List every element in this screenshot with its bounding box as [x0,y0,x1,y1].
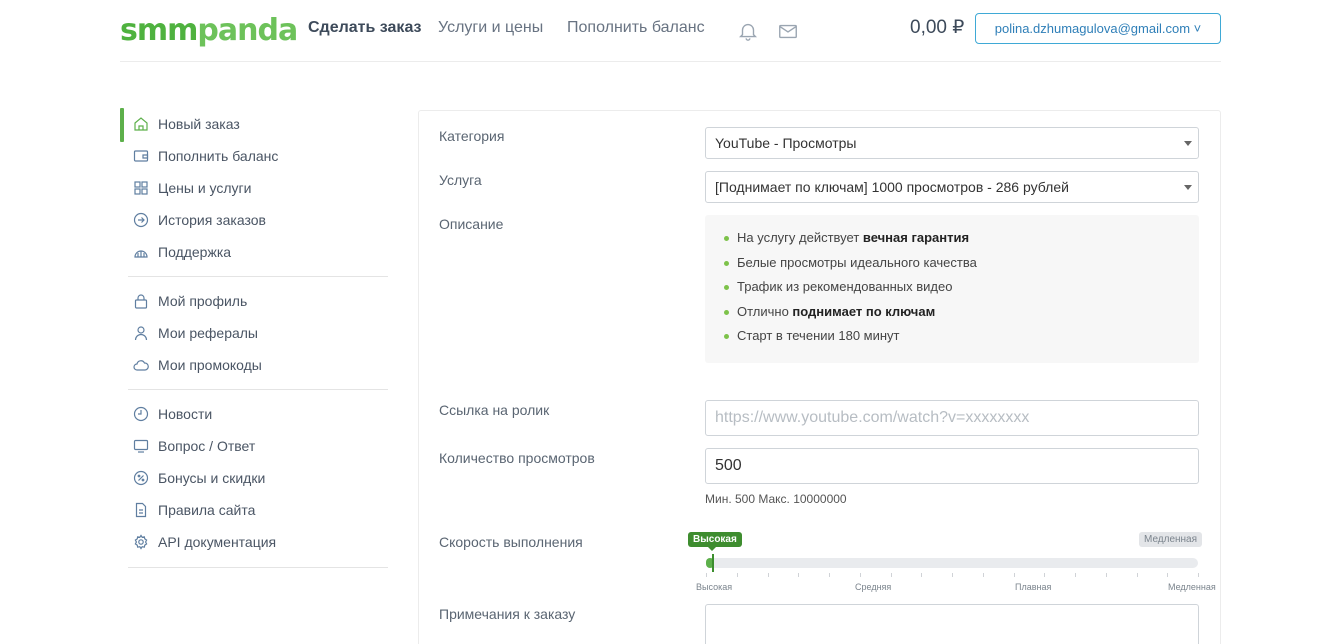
clock-icon [133,406,149,422]
video-link-label: Ссылка на ролик [439,402,550,418]
arrow-circle-icon [133,212,149,228]
support-icon [134,250,148,258]
quantity-label: Количество просмотров [439,450,595,466]
nav-services-prices[interactable]: Услуги и цены [438,18,543,38]
speed-slider-handle[interactable] [712,554,714,572]
slider-tick [921,573,922,577]
quantity-input[interactable]: 500 [705,448,1199,484]
monitor-icon [133,439,149,453]
slider-tick [1106,573,1107,577]
sidebar-item-news[interactable]: Новости [120,398,390,430]
sidebar-divider [128,276,388,277]
slider-tick [1198,573,1199,577]
percent-icon [133,470,149,486]
slider-tick [860,573,861,577]
slider-tick [891,573,892,577]
speed-max-tooltip: Медленная [1139,532,1203,547]
gear-icon [134,534,148,550]
slider-tick [798,573,799,577]
order-notes-label: Примечания к заказу [439,606,576,622]
order-notes-textarea[interactable] [705,604,1199,644]
sidebar-item-promocodes[interactable]: Мои промокоды [120,349,390,381]
slider-tick [983,573,984,577]
nav-top-up-balance[interactable]: Пополнить баланс [567,18,705,38]
sidebar-item-referrals[interactable]: Мои рефералы [120,317,390,349]
slider-tick [952,573,953,577]
lock-icon [134,294,148,309]
sidebar-item-order-history[interactable]: История заказов [120,204,390,236]
service-select[interactable]: [Поднимает по ключам] 1000 просмотров - … [705,171,1199,203]
speed-tick-label: Плавная [1015,582,1052,592]
top-header: smmpanda Сделать заказ Услуги и цены Поп… [120,0,1221,62]
service-label: Услуга [439,172,482,188]
sidebar-item-bonuses[interactable]: Бонусы и скидки [120,462,390,494]
description-label: Описание [439,216,504,232]
sidebar-item-support[interactable]: Поддержка [120,236,390,268]
home-icon [134,117,148,131]
slider-tick [1075,573,1076,577]
cloud-icon [133,360,149,371]
video-link-input[interactable]: https://www.youtube.com/watch?v=xxxxxxxx [705,400,1199,436]
mail-icon[interactable] [777,20,799,42]
sidebar-item-new-order[interactable]: Новый заказ [120,108,390,142]
speed-label: Скорость выполнения [439,534,583,550]
slider-tick [829,573,830,577]
sidebar: Новый заказ Пополнить баланс Цены и услу… [120,108,390,568]
category-select[interactable]: YouTube - Просмотры [705,127,1199,159]
slider-tick [1167,573,1168,577]
sidebar-divider [128,567,388,568]
sidebar-item-profile[interactable]: Мой профиль [120,285,390,317]
speed-tick-label: Высокая [696,582,733,592]
grid-icon [134,181,148,195]
caret-down-icon [1184,141,1192,146]
slider-tick [1014,573,1015,577]
list-item: Старт в течении 180 минут [723,324,1199,349]
sidebar-item-faq[interactable]: Вопрос / Ответ [120,430,390,462]
sidebar-divider [128,389,388,390]
wallet-icon [133,150,149,162]
speed-tick-label: Медленная [1168,582,1216,592]
slider-tick [1137,573,1138,577]
document-icon [135,502,147,518]
logo[interactable]: smmpanda [120,13,298,49]
nav-make-order[interactable]: Сделать заказ [308,18,421,38]
bell-icon[interactable] [737,20,759,42]
list-item: Трафик из рекомендованных видео [723,275,1199,300]
quantity-hint: Мин. 500 Макс. 10000000 [705,492,847,506]
sidebar-item-prices[interactable]: Цены и услуги [120,172,390,204]
user-icon [134,326,148,341]
account-dropdown-button[interactable]: polina.dzhumagulova@gmail.com ˅ [975,13,1221,44]
order-form-panel: Категория YouTube - Просмотры Услуга [По… [418,110,1221,644]
list-item: Отлично поднимает по ключам [723,300,1199,325]
balance-amount: 0,00 ₽ [910,17,965,38]
list-item: На услугу действует вечная гарантия [723,226,1199,251]
speed-selected-tooltip: Высокая [688,532,742,551]
speed-slider[interactable] [706,554,1198,572]
sidebar-item-api-docs[interactable]: API документация [120,526,390,558]
list-item: Белые просмотры идеального качества [723,251,1199,276]
sidebar-item-rules[interactable]: Правила сайта [120,494,390,526]
slider-tick [768,573,769,577]
slider-tick [1044,573,1045,577]
category-label: Категория [439,128,505,144]
speed-tick-label: Средняя [855,582,892,592]
sidebar-item-top-up[interactable]: Пополнить баланс [120,140,390,172]
slider-tick [706,573,707,577]
slider-tick [737,573,738,577]
caret-down-icon [1184,185,1192,190]
service-description-box: На услугу действует вечная гарантия Белы… [705,215,1199,363]
